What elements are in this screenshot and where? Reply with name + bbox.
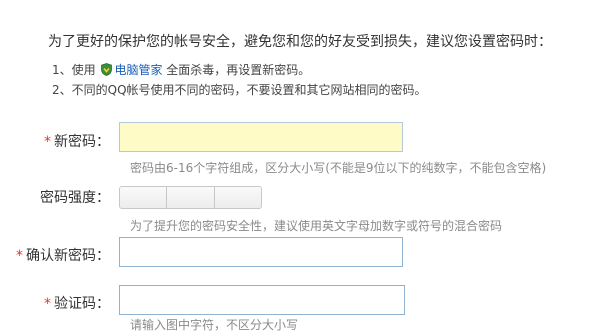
tip-1-suffix: 全面杀毒，再设置新密码。 xyxy=(162,63,311,77)
password-strength-label: 密码强度： xyxy=(40,190,110,206)
captcha-hint: 请输入图中字符，不区分大小写 xyxy=(130,318,299,332)
pc-manager-link[interactable]: 电脑管家 xyxy=(114,63,162,77)
strength-segment-weak xyxy=(120,187,168,208)
required-star: * xyxy=(44,134,51,150)
confirm-password-label-text: 确认新密码： xyxy=(26,248,110,264)
tip-1: 1、使用 电脑管家 全面杀毒，再设置新密码。 xyxy=(52,61,310,78)
required-star: * xyxy=(16,248,23,264)
captcha-label-text: 验证码： xyxy=(54,296,110,312)
intro-text: 为了更好的保护您的帐号安全，避免您和您的好友受到损失，建议您设置密码时： xyxy=(48,34,552,50)
tip-1-prefix: 1、使用 xyxy=(52,63,96,77)
confirm-password-input[interactable] xyxy=(119,237,403,267)
new-password-hint: 密码由6-16个字符组成，区分大小写(不能是9位以下的纯数字，不能包含空格) xyxy=(130,161,547,175)
new-password-label-text: 新密码： xyxy=(54,134,110,150)
captcha-input[interactable] xyxy=(119,285,405,315)
password-strength-hint: 为了提升您的密码安全性，建议使用英文字母加数字或符号的混合密码 xyxy=(130,219,503,233)
strength-segment-medium xyxy=(167,187,215,208)
confirm-password-label: * 确认新密码： xyxy=(0,245,110,265)
new-password-label: * 新密码： xyxy=(0,131,110,151)
strength-segment-strong xyxy=(214,187,261,208)
password-strength-meter xyxy=(119,186,262,209)
new-password-input[interactable] xyxy=(119,122,403,152)
captcha-label: * 验证码： xyxy=(0,293,110,313)
tip-2: 2、不同的QQ帐号使用不同的密码，不要设置和其它网站相同的密码。 xyxy=(52,83,427,97)
required-star: * xyxy=(44,296,51,312)
pc-manager-shield-icon xyxy=(101,63,113,76)
